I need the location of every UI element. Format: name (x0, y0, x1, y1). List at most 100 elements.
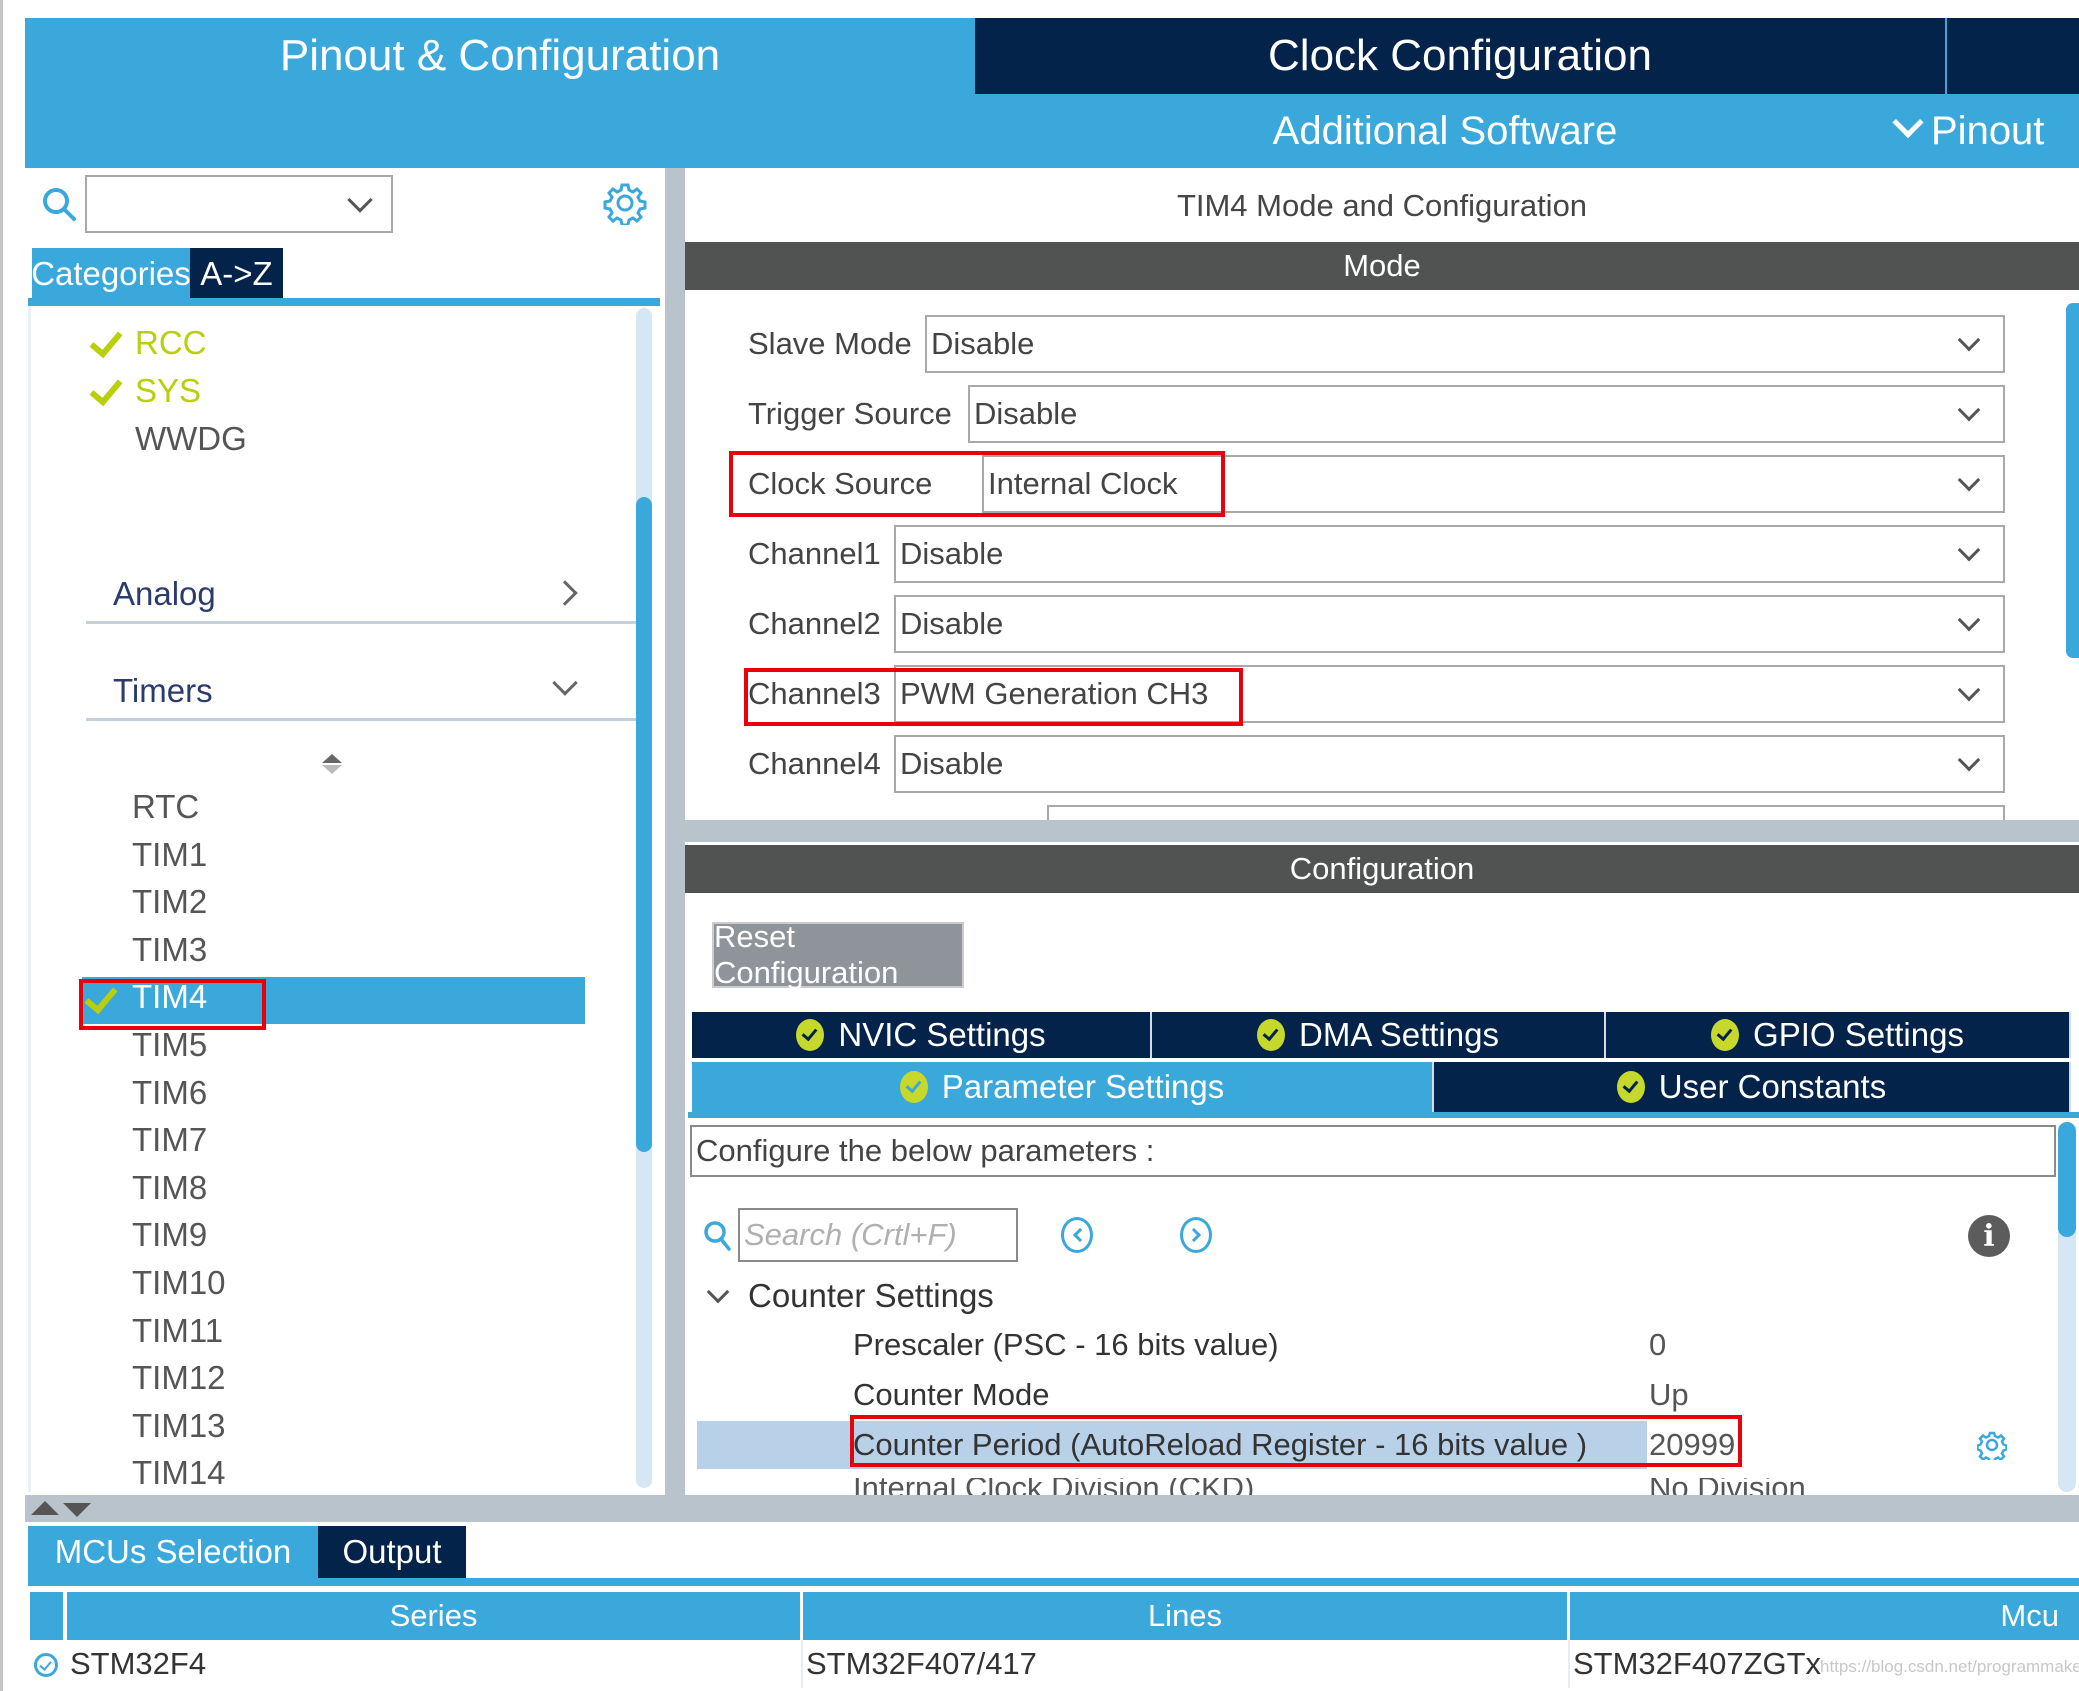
tree-scrollbar-thumb[interactable] (636, 497, 652, 1152)
bottom-splitter[interactable] (25, 1495, 2079, 1522)
tab-mcus-selection[interactable]: MCUs Selection (28, 1526, 318, 1578)
param-row-counter-mode[interactable]: Counter Mode Up (697, 1371, 2057, 1419)
search-icon[interactable] (40, 185, 78, 223)
tree-item-tim3[interactable]: TIM3 (132, 931, 207, 969)
mode-select-value: Disable (900, 746, 1004, 781)
chevron-down-icon (1957, 748, 1981, 772)
check-circle-icon (1616, 1071, 1645, 1103)
annotation-box-counter-period (850, 1415, 1742, 1467)
tree-item-tim14[interactable]: TIM14 (132, 1454, 226, 1492)
check-icon (89, 323, 123, 359)
mode-label: Combined Channels (748, 805, 1029, 820)
tree-item-tim12[interactable]: TIM12 (132, 1359, 226, 1397)
parameter-scrollbar-thumb[interactable] (2058, 1122, 2076, 1237)
param-row-clock-division[interactable]: Internal Clock Division (CKD) No Divisio… (853, 1478, 1953, 1495)
tree-item-wwdg[interactable]: WWDG (135, 420, 247, 458)
tab-pinout-configuration[interactable]: Pinout & Configuration (25, 18, 975, 94)
mode-select-value: Disable (974, 396, 1078, 431)
divider (86, 621, 644, 624)
tabs-underline (688, 1112, 2079, 1118)
tab-clock-configuration[interactable]: Clock Configuration (975, 18, 1945, 94)
chevron-down-icon[interactable] (347, 187, 373, 213)
chevron-left-icon (1072, 1227, 1088, 1243)
search-icon[interactable] (702, 1218, 732, 1252)
gear-icon[interactable] (603, 181, 647, 225)
tree-item-tim13[interactable]: TIM13 (132, 1407, 226, 1445)
tab-gpio-settings[interactable]: GPIO Settings (1606, 1012, 2071, 1058)
pinout-menu-label: Pinout (1931, 108, 2045, 153)
tab-dma-settings[interactable]: DMA Settings (1152, 1012, 1606, 1058)
mode-row-slave-mode: Slave Mode Disable (685, 315, 2005, 373)
gear-icon[interactable] (1977, 1430, 2007, 1460)
mode-select[interactable]: Disable (894, 595, 2005, 653)
chevron-right-icon (1186, 1227, 1202, 1243)
check-circle-icon (899, 1071, 928, 1103)
parameter-description: Configure the below parameters : (690, 1125, 2056, 1177)
tab-project-manager[interactable] (1947, 18, 2079, 94)
mode-scrollbar[interactable] (2066, 303, 2079, 658)
vertical-splitter[interactable] (665, 168, 685, 1495)
mode-select[interactable]: Disable (894, 525, 2005, 583)
tree-item-rtc[interactable]: RTC (132, 788, 199, 826)
param-value: No Division (1649, 1478, 1806, 1495)
minimize-down-icon[interactable] (63, 1503, 91, 1517)
main-tab-bar: Pinout & Configuration Clock Configurati… (25, 18, 2079, 94)
tabs-underline (28, 1578, 2079, 1586)
maximize-up-icon[interactable] (31, 1501, 59, 1515)
view-tabs: Categories A->Z (31, 248, 283, 300)
tab-parameter-settings[interactable]: Parameter Settings (692, 1062, 1434, 1112)
tree-item-rcc[interactable]: RCC (135, 324, 207, 362)
tree-item-tim6[interactable]: TIM6 (132, 1074, 207, 1112)
category-label: Analog (113, 575, 216, 612)
tab-user-constants[interactable]: User Constants (1434, 1062, 2071, 1112)
info-icon[interactable]: i (1968, 1215, 2010, 1257)
tree-item-tim8[interactable]: TIM8 (132, 1169, 207, 1207)
chevron-down-icon (1957, 398, 1981, 422)
horizontal-splitter[interactable] (685, 820, 2079, 842)
param-value[interactable]: 0 (1649, 1321, 1666, 1369)
previous-match-button[interactable] (1061, 1217, 1093, 1253)
tree-item-tim5[interactable]: TIM5 (132, 1026, 207, 1064)
mode-select[interactable]: Disable (1047, 805, 2005, 820)
param-row-prescaler[interactable]: Prescaler (PSC - 16 bits value) 0 (697, 1321, 2057, 1369)
divider (86, 718, 644, 721)
chevron-down-icon (1957, 538, 1981, 562)
mode-row-channel4: Channel4 Disable (685, 735, 2005, 793)
next-match-button[interactable] (1180, 1217, 1212, 1253)
tab-output[interactable]: Output (318, 1526, 466, 1578)
tree-item-tim2[interactable]: TIM2 (132, 883, 207, 921)
param-value[interactable]: Up (1649, 1371, 1689, 1419)
sort-up-icon[interactable] (322, 754, 342, 763)
search-combobox[interactable] (85, 175, 393, 233)
mode-row-channel2: Channel2 Disable (685, 595, 2005, 653)
sort-down-icon[interactable] (322, 765, 342, 774)
pinout-menu[interactable]: Pinout (1892, 94, 2045, 168)
table-header-mcu[interactable]: Mcu (1570, 1592, 2079, 1640)
tab-nvic-settings[interactable]: NVIC Settings (692, 1012, 1152, 1058)
tree-item-tim9[interactable]: TIM9 (132, 1216, 207, 1254)
parameter-search-input[interactable]: Search (Crtl+F) (738, 1208, 1018, 1262)
check-circle-icon (1711, 1019, 1740, 1051)
tab-categories[interactable]: Categories (31, 248, 191, 300)
mode-select[interactable]: Disable (968, 385, 2005, 443)
annotation-box-tim4 (79, 979, 266, 1030)
tree-item-sys[interactable]: SYS (135, 372, 201, 410)
group-counter-settings[interactable]: Counter Settings (748, 1275, 994, 1317)
tree-item-tim7[interactable]: TIM7 (132, 1121, 207, 1159)
mode-select[interactable]: Disable (894, 735, 2005, 793)
tab-a-z[interactable]: A->Z (190, 248, 283, 300)
mode-area: Slave Mode Disable Trigger Source Disable Cl… (685, 290, 2079, 820)
tab-label: User Constants (1658, 1068, 1887, 1105)
table-header-series[interactable]: Series (67, 1592, 800, 1640)
mode-label: Channel1 (748, 536, 881, 571)
tree-item-tim1[interactable]: TIM1 (132, 836, 207, 874)
tree-item-tim10[interactable]: TIM10 (132, 1264, 226, 1302)
check-circle-icon[interactable] (34, 1653, 58, 1677)
reset-configuration-button[interactable]: Reset Configuration (712, 919, 964, 990)
additional-software-menu[interactable]: Additional Software (1165, 94, 1725, 168)
tree-item-tim11[interactable]: TIM11 (132, 1312, 223, 1350)
mode-select[interactable]: Disable (925, 315, 2005, 373)
table-header-lines[interactable]: Lines (803, 1592, 1567, 1640)
chevron-down-icon (1957, 468, 1981, 492)
mode-label: Trigger Source (748, 396, 952, 431)
